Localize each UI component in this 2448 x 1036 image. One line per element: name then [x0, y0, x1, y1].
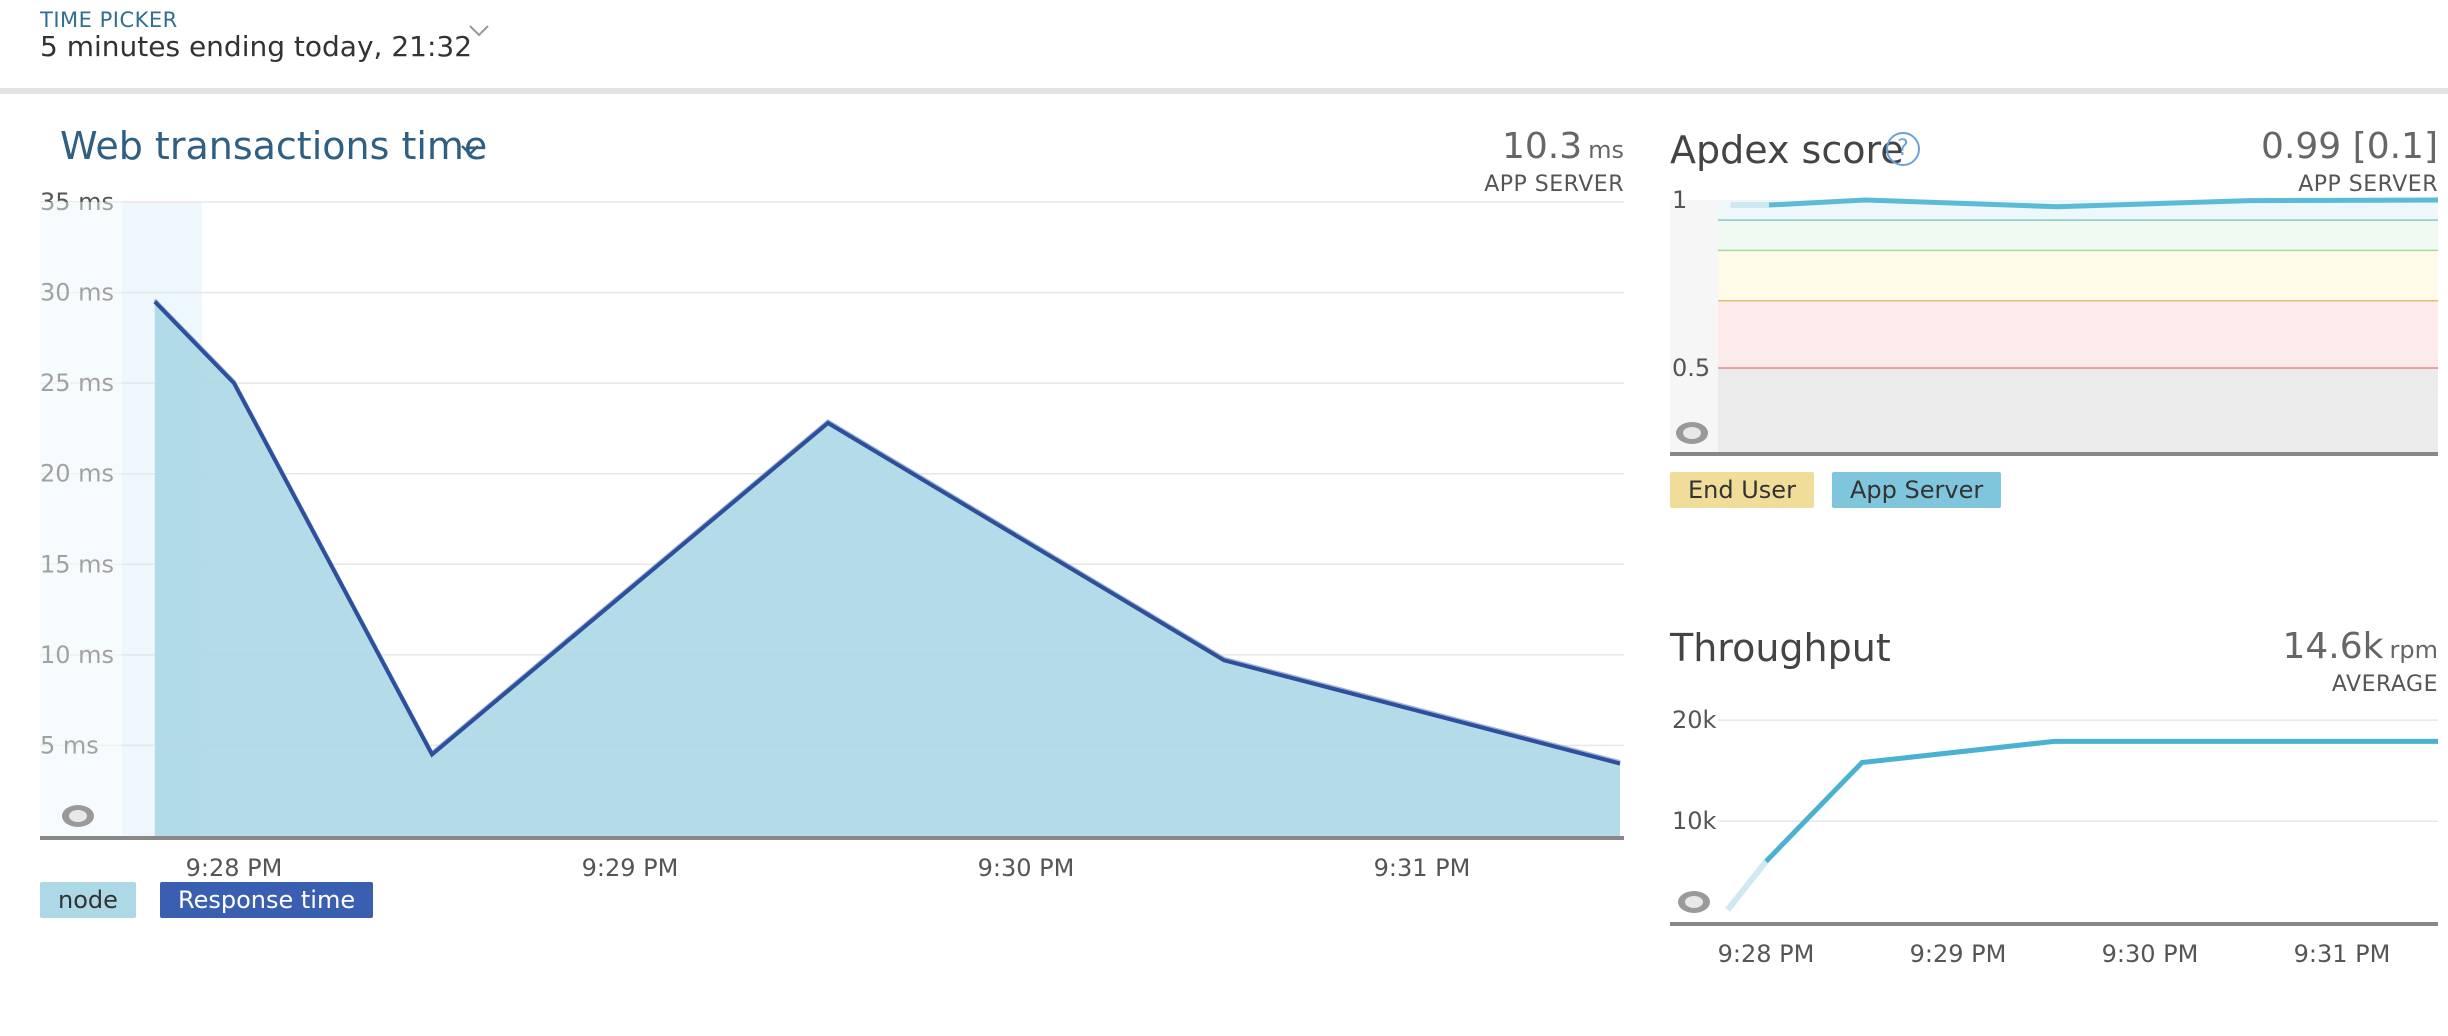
web-transactions-chart: 5 ms10 ms15 ms20 ms25 ms30 ms35 ms9:28 P…: [40, 188, 1624, 882]
eye-icon-pupil: [1683, 427, 1701, 439]
eye-icon-pupil: [69, 810, 87, 822]
x-tick-label: 9:28 PM: [186, 854, 283, 882]
chevron-down-icon[interactable]: [458, 140, 482, 160]
y-tick-label: 10k: [1672, 807, 1717, 835]
value-number: 10.3: [1501, 126, 1583, 167]
series-area-node: [154, 301, 1620, 837]
value-unit: rpm: [2389, 636, 2438, 664]
legend-node[interactable]: node: [40, 882, 136, 918]
pre-range-shade: [1670, 200, 1718, 452]
throughput-chart: 10k 20k 9:28 PM 9:29 PM 9:30 PM 9:31 PM: [1670, 706, 2438, 968]
help-icon[interactable]: ?: [1886, 132, 1920, 166]
x-tick-label: 9:30 PM: [2102, 940, 2199, 968]
x-tick-label: 9:30 PM: [978, 854, 1075, 882]
eye-icon-pupil: [1685, 896, 1703, 908]
throughput-value: 14.6k rpm: [2130, 626, 2439, 667]
apdex-band: [1718, 250, 2438, 301]
throughput-title: Throughput: [1670, 626, 1891, 670]
x-tick-label: 9:28 PM: [1718, 940, 1815, 968]
apdex-band-poor: [1718, 368, 2438, 452]
time-picker-label: TIME PICKER: [40, 8, 178, 32]
x-tick-label: 9:29 PM: [1910, 940, 2007, 968]
apdex-band: [1718, 300, 2438, 368]
series-line-throughput: [1764, 738, 2438, 864]
y-tick-label: 20k: [1672, 706, 1717, 734]
value-number: 14.6k: [2282, 626, 2384, 667]
legend-response-time[interactable]: Response time: [160, 882, 374, 918]
apdex-value: 0.99 [0.1]: [2261, 126, 2438, 167]
web-transactions-value: 10.3 ms: [1360, 126, 1624, 167]
legend-app-server[interactable]: App Server: [1832, 472, 2002, 508]
series-line-pre-range: [1725, 859, 1769, 912]
time-picker-value[interactable]: 5 minutes ending today, 21:32: [40, 30, 472, 63]
chevron-down-icon[interactable]: [466, 20, 492, 42]
pre-range-overlay: [40, 202, 122, 836]
apdex-title: Apdex score: [1670, 128, 1904, 172]
x-tick-label: 9:29 PM: [582, 854, 679, 882]
web-transactions-title[interactable]: Web transactions time: [60, 124, 487, 168]
value-unit: ms: [1588, 136, 1624, 164]
x-tick-label: 9:31 PM: [1374, 854, 1471, 882]
y-tick-label: 1: [1672, 186, 1687, 214]
x-tick-label: 9:31 PM: [2294, 940, 2391, 968]
y-tick-label: 0.5: [1672, 354, 1710, 382]
apdex-band: [1718, 220, 2438, 251]
apdex-chart: 0.51: [1670, 186, 2439, 456]
legend-end-user[interactable]: End User: [1670, 472, 1814, 508]
header-divider: [0, 88, 2448, 94]
